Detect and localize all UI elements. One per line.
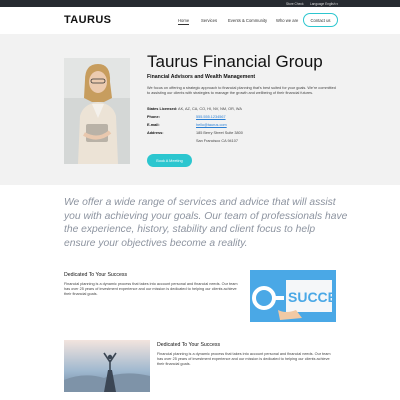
- book-meeting-button[interactable]: Book A Meeting: [147, 154, 192, 167]
- states-licensed: States Licensed: AK, AZ, CA, CO, HI, NV,…: [147, 107, 242, 111]
- main-nav: TAURUS Home Services Events & Community …: [0, 7, 400, 34]
- phone-label: Phone:: [147, 115, 160, 119]
- store-check-link[interactable]: Store Check: [286, 2, 304, 6]
- top-utility-bar: Store Check Language English ▾: [0, 0, 400, 7]
- tagline: We offer a wide range of services and ad…: [64, 197, 348, 249]
- nav-events-community[interactable]: Events & Community: [228, 18, 267, 23]
- advisor-photo: [64, 58, 130, 164]
- address-line-2: San Francisco CA 94107: [196, 139, 239, 143]
- states-value: AK, AZ, CA, CO, HI, NV, NM, OR, WA: [178, 107, 242, 111]
- section-1-text: Financial planning is a dynamic process …: [64, 282, 238, 297]
- mountain-image: [64, 340, 150, 392]
- success-image: SUCCE: [250, 270, 336, 322]
- hero-description: We focus on offering a strategic approac…: [147, 86, 336, 96]
- contact-us-button[interactable]: Contact us: [303, 13, 338, 27]
- success-image-text: SUCCE: [288, 289, 336, 305]
- phone-link[interactable]: 555.555.1234567: [196, 115, 226, 119]
- page-subtitle: Financial Advisors and Wealth Management: [147, 74, 256, 80]
- section-1-title: Dedicated To Your Success: [64, 272, 128, 278]
- email-label: E-mail:: [147, 123, 160, 127]
- section-2-text: Financial planning is a dynamic process …: [157, 352, 331, 367]
- language-selector[interactable]: Language English ▾: [310, 2, 338, 6]
- nav-services[interactable]: Services: [201, 18, 217, 23]
- logo[interactable]: TAURUS: [64, 14, 111, 26]
- address-line-1: 185 Berry Street Suite 3800: [196, 131, 243, 135]
- page-title: Taurus Financial Group: [147, 52, 323, 71]
- nav-home[interactable]: Home: [178, 18, 190, 25]
- section-2-title: Dedicated To Your Success: [157, 342, 221, 348]
- email-link[interactable]: hello@taurus.com: [196, 123, 227, 127]
- states-label: States Licensed:: [147, 107, 178, 111]
- nav-who-we-are[interactable]: Who we are: [276, 18, 298, 23]
- address-label: Address:: [147, 131, 164, 135]
